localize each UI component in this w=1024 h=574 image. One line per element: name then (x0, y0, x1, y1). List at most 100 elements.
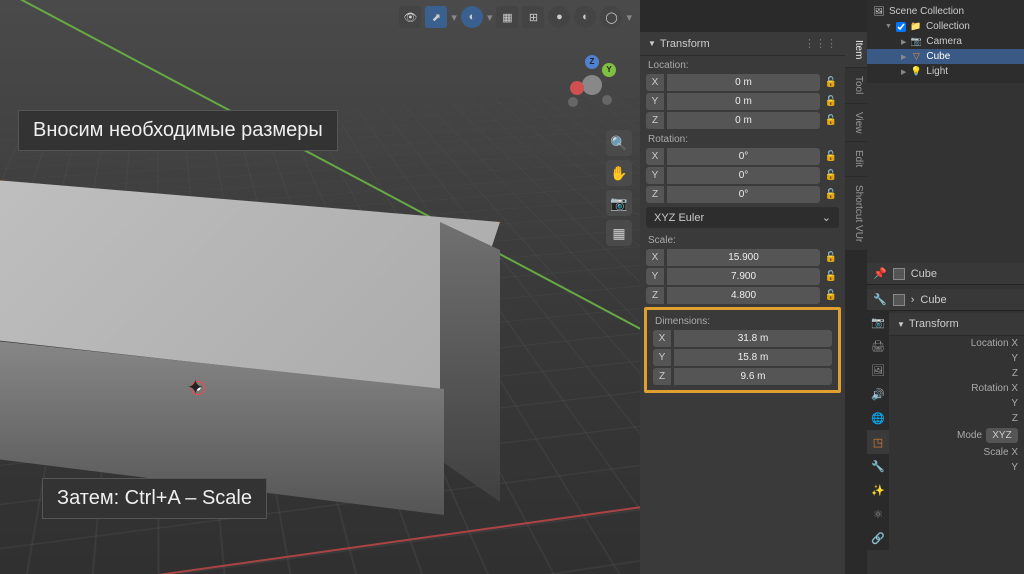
drag-icon[interactable]: ⋮⋮⋮ (804, 37, 837, 50)
scale-y-field[interactable]: 7.900 (667, 268, 820, 285)
wireframe-shading-icon[interactable]: ⊞ (522, 6, 544, 28)
annotation-title: Вносим необходимые размеры (18, 110, 338, 151)
lock-icon[interactable]: 🔓 (823, 170, 839, 181)
gizmo-toggle-icon[interactable]: ⬈ (425, 6, 447, 28)
axis-y-label: Y (646, 93, 664, 110)
object-icon (893, 268, 905, 280)
right-column: 🖼Scene Collection ▼📁Collection ▶📷Camera … (867, 0, 1024, 574)
object-breadcrumb[interactable]: 📌Cube (867, 263, 1024, 285)
axis-y-label: Y (646, 167, 664, 184)
tab-edit[interactable]: Edit (845, 142, 867, 176)
n-panel: ▼ Transform ⋮⋮⋮ Location: X0 m🔓 Y0 m🔓 Z0… (640, 32, 845, 574)
collection-checkbox[interactable] (896, 22, 906, 32)
lock-icon[interactable]: 🔓 (823, 189, 839, 200)
overlay-toggle-icon[interactable]: ◐ (461, 6, 483, 28)
tab-particles-icon[interactable]: ✨ (867, 478, 889, 502)
viewport-tools: 🔍 ✋ 📷 ▦ (606, 130, 632, 246)
lock-icon[interactable]: 🔓 (823, 151, 839, 162)
tab-view[interactable]: View (845, 104, 867, 143)
axis-z-label: Z (653, 368, 671, 385)
visibility-icon[interactable]: 👁 (399, 6, 421, 28)
properties-tabs: 📷 🖨 🖼 🔊 🌐 ◳ 🔧 ✨ ⚛ 🔗 (867, 310, 889, 550)
chevron-down-icon: ⌄ (822, 211, 831, 224)
outliner-collection[interactable]: ▼📁Collection (867, 19, 1024, 34)
location-x-field[interactable]: 0 m (667, 74, 820, 91)
scene-icon: 🖼 (873, 6, 885, 17)
tab-tool[interactable]: Tool (845, 68, 867, 103)
axis-y-label: Y (646, 268, 664, 285)
wrench-icon: 🔧 (873, 293, 887, 306)
y-label: Y (1011, 462, 1018, 473)
mode-field[interactable]: XYZ (986, 428, 1018, 443)
rotation-z-field[interactable]: 0° (667, 186, 820, 203)
rotation-x-field[interactable]: 0° (667, 148, 820, 165)
panel-title: Transform (660, 38, 710, 50)
tab-world-icon[interactable]: 🌐 (867, 406, 889, 430)
solid-shading-icon[interactable]: ● (548, 6, 570, 28)
outliner-cube[interactable]: ▶▽Cube (867, 49, 1024, 64)
scale-z-field[interactable]: 4.800 (667, 287, 820, 304)
outliner-camera[interactable]: ▶📷Camera (867, 34, 1024, 49)
dim-y-field[interactable]: 15.8 m (674, 349, 832, 366)
tab-render-icon[interactable]: 📷 (867, 310, 889, 334)
location-y-field[interactable]: 0 m (667, 93, 820, 110)
tab-viewlayer-icon[interactable]: 🖼 (867, 358, 889, 382)
scale-label: Scale: (640, 231, 845, 248)
nav-gizmo[interactable]: Z Y (562, 55, 622, 115)
rotation-mode-dropdown[interactable]: XYZ Euler⌄ (646, 207, 839, 228)
location-z-field[interactable]: 0 m (667, 112, 820, 129)
annotation-hint: Затем: Ctrl+A – Scale (42, 478, 267, 519)
rotation-label: Rotation: (640, 130, 845, 147)
tab-constraints-icon[interactable]: 🔗 (867, 526, 889, 550)
chevron-down-icon: ▼ (885, 23, 892, 30)
tab-item[interactable]: Item (845, 32, 867, 68)
transform-panel-header[interactable]: ▼ Transform ⋮⋮⋮ (640, 32, 845, 56)
rotation-y-field[interactable]: 0° (667, 167, 820, 184)
transform-subheader[interactable]: ▼Transform (889, 313, 1024, 336)
dimensions-label: Dimensions: (647, 312, 838, 329)
outliner-scene[interactable]: 🖼Scene Collection (867, 4, 1024, 19)
gizmo-axis-x[interactable] (570, 81, 584, 95)
lock-icon[interactable]: 🔓 (823, 271, 839, 282)
lock-icon[interactable]: 🔓 (823, 115, 839, 126)
tab-modifier-icon[interactable]: 🔧 (867, 454, 889, 478)
n-panel-tabs: Item Tool View Edit Shortcut VUr (845, 32, 867, 251)
chevron-right-icon: ▶ (901, 53, 906, 61)
tab-physics-icon[interactable]: ⚛ (867, 502, 889, 526)
lock-icon[interactable]: 🔓 (823, 77, 839, 88)
pin-icon[interactable]: 📌 (873, 267, 887, 280)
collection-icon: 📁 (910, 21, 922, 32)
tab-object-icon[interactable]: ◳ (867, 430, 889, 454)
tab-scene-icon[interactable]: 🔊 (867, 382, 889, 406)
gizmo-axis-z[interactable]: Z (585, 55, 599, 69)
z-label: Z (1012, 413, 1018, 424)
pan-icon[interactable]: ✋ (606, 160, 632, 186)
object-datablock[interactable]: 🔧›Cube (867, 289, 1024, 311)
scale-x-field[interactable]: 15.900 (667, 249, 820, 266)
matprev-shading-icon[interactable]: ◐ (574, 6, 596, 28)
zoom-icon[interactable]: 🔍 (606, 130, 632, 156)
rendered-shading-icon[interactable]: ◯ (600, 6, 622, 28)
lock-icon[interactable]: 🔓 (823, 290, 839, 301)
outliner: 🖼Scene Collection ▼📁Collection ▶📷Camera … (867, 0, 1024, 83)
axis-z-label: Z (646, 287, 664, 304)
outliner-light[interactable]: ▶💡Light (867, 64, 1024, 79)
tab-output-icon[interactable]: 🖨 (867, 334, 889, 358)
light-icon: 💡 (910, 66, 922, 77)
scale-x-label: Scale X (984, 447, 1018, 458)
xray-icon[interactable]: ▦ (496, 6, 518, 28)
axis-z-label: Z (646, 186, 664, 203)
axis-x-label: X (653, 330, 671, 347)
camera-icon[interactable]: 📷 (606, 190, 632, 216)
dim-x-field[interactable]: 31.8 m (674, 330, 832, 347)
dimensions-highlight: Dimensions: X31.8 m Y15.8 m Z9.6 m (644, 307, 841, 393)
viewport-3d[interactable]: 👁 ⬈ ▾ ◐ ▾ ▦ ⊞ ● ◐ ◯ ▾ Z Y 🔍 ✋ 📷 ▦ Вносим… (0, 0, 640, 574)
gizmo-axis-y[interactable]: Y (602, 63, 616, 77)
tab-shortcut[interactable]: Shortcut VUr (845, 177, 867, 251)
lock-icon[interactable]: 🔓 (823, 252, 839, 263)
perspective-icon[interactable]: ▦ (606, 220, 632, 246)
dim-z-field[interactable]: 9.6 m (674, 368, 832, 385)
viewport-header: 👁 ⬈ ▾ ◐ ▾ ▦ ⊞ ● ◐ ◯ ▾ (399, 6, 632, 28)
lock-icon[interactable]: 🔓 (823, 96, 839, 107)
z-label: Z (1012, 368, 1018, 379)
